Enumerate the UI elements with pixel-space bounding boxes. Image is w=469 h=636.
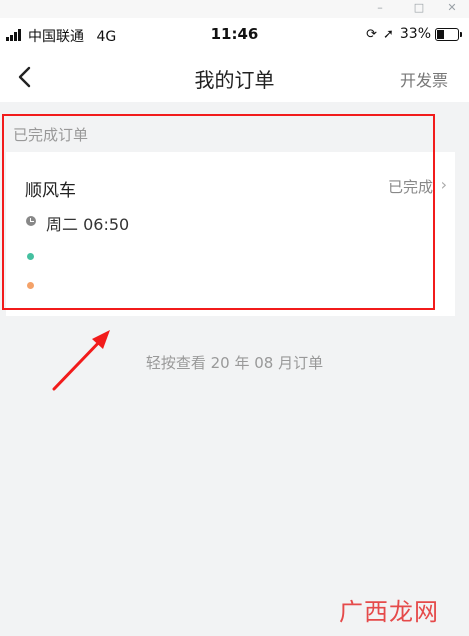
- status-indicators: ⟳ ➚ 33%: [366, 26, 462, 42]
- location-arrow-icon: ➚: [382, 26, 394, 42]
- battery-percent: 33%: [399, 26, 431, 42]
- watermark-logo: 广西龙网: [339, 598, 439, 626]
- minimize-button[interactable]: –: [371, 1, 389, 15]
- nav-bar: 我的订单 开发票: [0, 52, 469, 102]
- previous-month-hint[interactable]: 轻按查看 20 年 08 月订单: [0, 352, 469, 373]
- battery-icon: [435, 27, 462, 41]
- highlight-box: [2, 114, 435, 310]
- close-button[interactable]: ✕: [443, 1, 461, 15]
- invoice-button[interactable]: 开发票: [400, 67, 448, 91]
- chevron-right-icon: ›: [440, 175, 447, 194]
- maximize-button[interactable]: □: [410, 1, 428, 15]
- rotation-lock-icon: ⟳: [366, 26, 377, 42]
- page-title: 我的订单: [194, 68, 275, 92]
- battery-fill: [437, 29, 444, 39]
- status-bar: 中国联通 4G 11:46 ⟳ ➚ 33%: [0, 18, 469, 52]
- window-controls: – □ ✕: [0, 0, 469, 18]
